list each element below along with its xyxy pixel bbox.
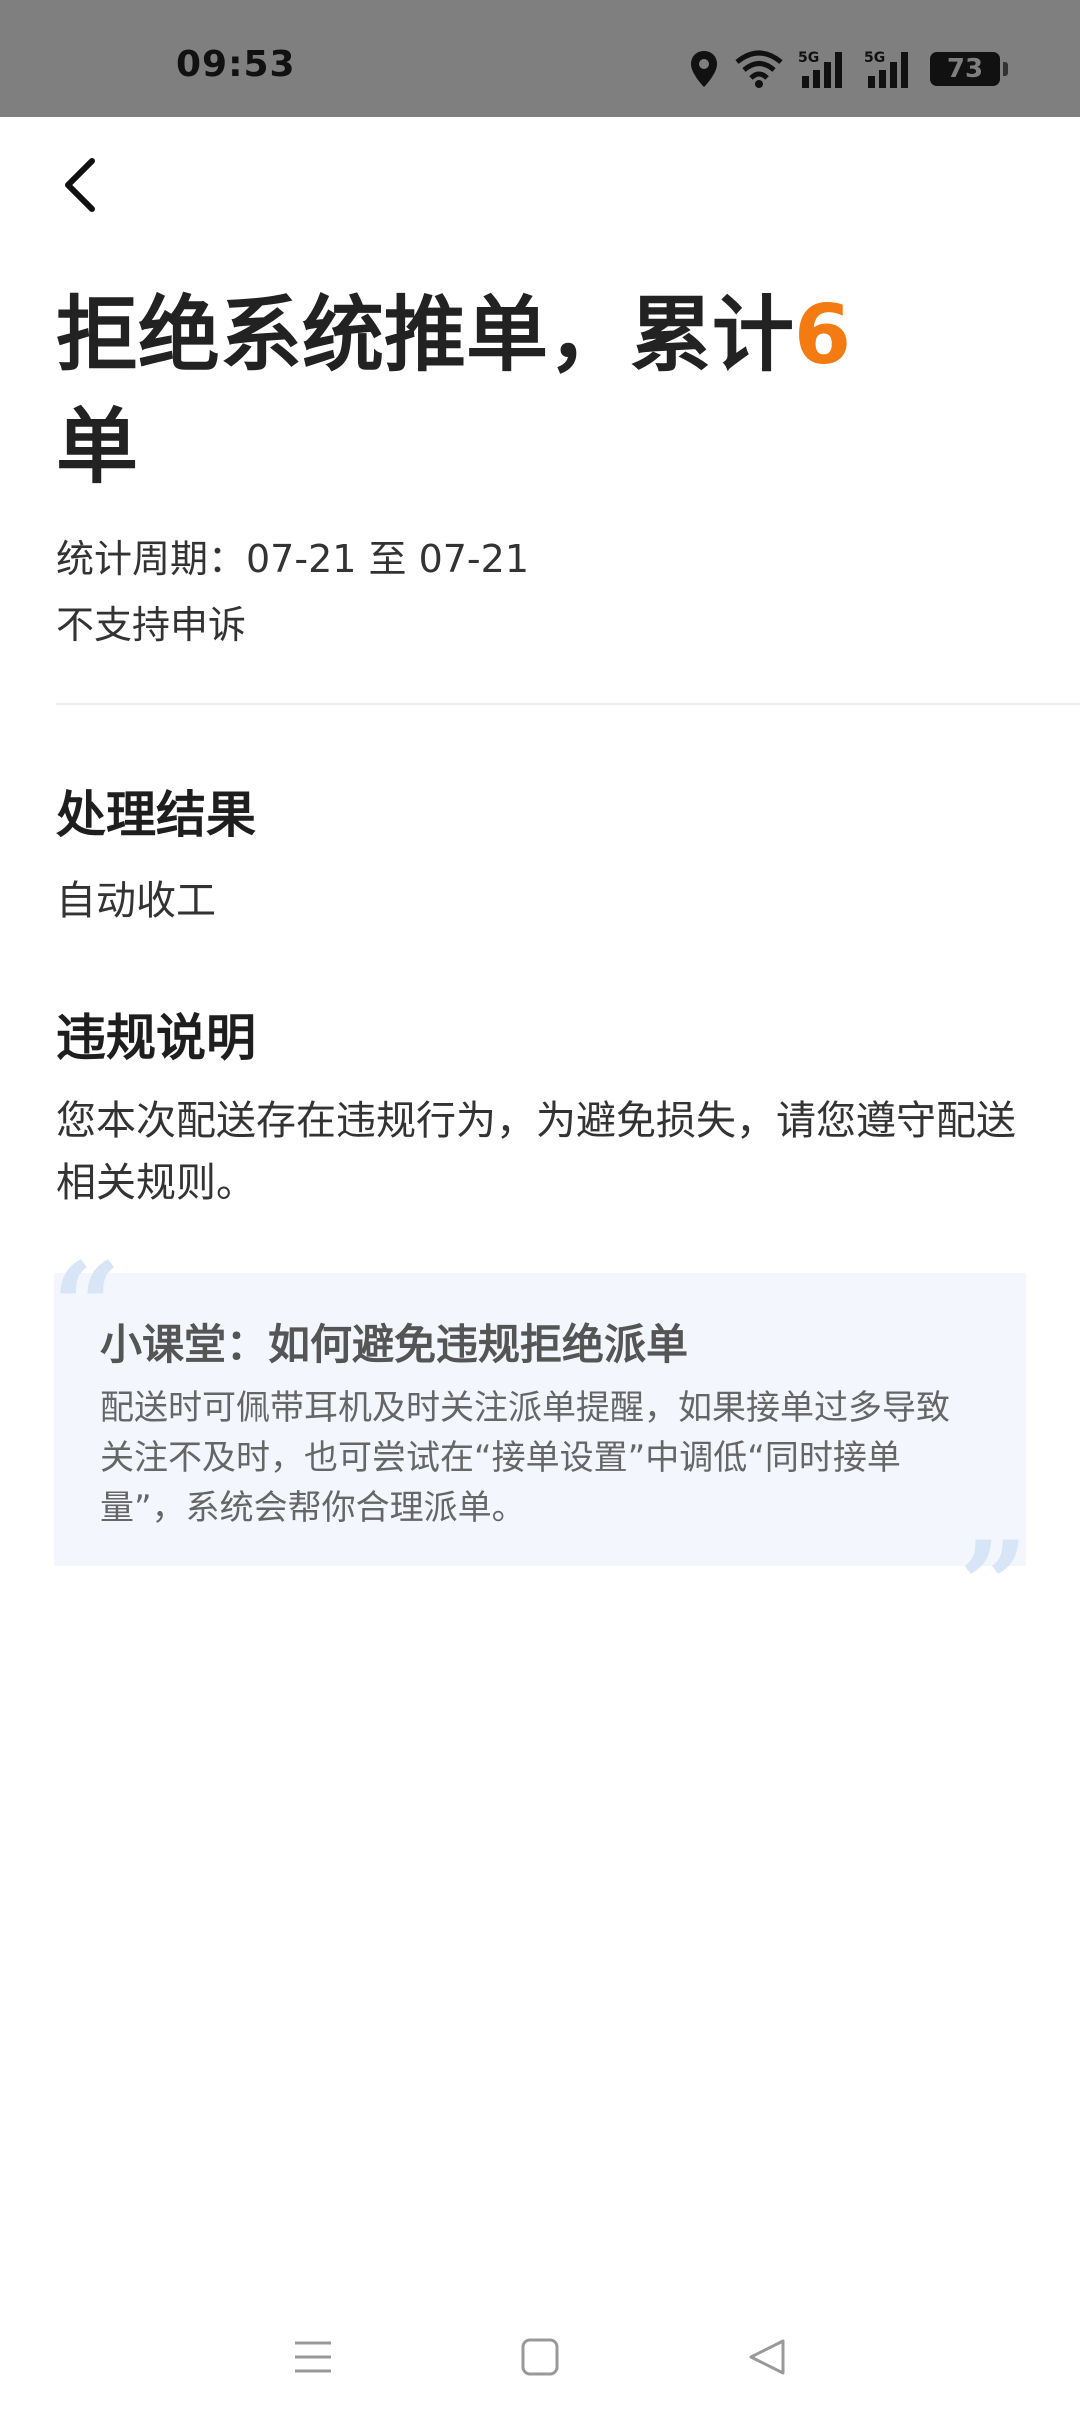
status-bar: 09:53 5G 5G 73	[0, 0, 1080, 117]
nav-home-button[interactable]	[510, 2327, 570, 2387]
back-triangle-icon	[749, 2339, 785, 2375]
svg-text:5G: 5G	[798, 50, 819, 66]
tip-text: 配送时可佩带耳机及时关注派单提醒，如果接单过多导致关注不及时，也可尝试在“接单设…	[100, 1388, 950, 1528]
signal-5g-icon: 5G	[798, 50, 842, 88]
result-title: 处理结果	[56, 786, 256, 844]
chevron-left-icon	[65, 158, 95, 212]
statistics-period: 统计周期：07-21 至 07-21	[56, 537, 529, 581]
wifi-icon	[735, 50, 783, 88]
status-time: 09:53	[176, 44, 296, 85]
svg-text:5G: 5G	[864, 50, 885, 66]
violation-text: 您本次配送存在违规行为，为避免损失，请您遵守配送相关规则。	[56, 1098, 1016, 1206]
tip-title: 小课堂：如何避免违规拒绝派单	[100, 1320, 689, 1369]
status-icons: 5G 5G 73	[688, 44, 1008, 94]
battery-icon: 73	[930, 52, 1008, 86]
close-quote-icon: ”	[958, 1515, 1028, 1656]
page-title: 拒绝系统推单，累计6 单	[56, 280, 916, 504]
system-nav-bar	[0, 2302, 1080, 2412]
title-prefix: 拒绝系统推单，累计	[56, 288, 795, 383]
title-unit: 单	[56, 400, 139, 495]
refusal-count: 6	[794, 288, 852, 383]
result-text: 自动收工	[56, 878, 216, 924]
location-icon	[691, 51, 717, 87]
violation-title: 违规说明	[56, 1009, 256, 1067]
appeal-status: 不支持申诉	[56, 603, 247, 647]
back-button[interactable]	[50, 150, 110, 220]
tip-box: “ 小课堂：如何避免违规拒绝派单 配送时可佩带耳机及时关注派单提醒，如果接单过多…	[52, 1247, 1028, 1646]
menu-icon	[295, 2341, 332, 2373]
divider	[56, 703, 1080, 705]
home-icon	[521, 2338, 559, 2376]
battery-level: 73	[946, 54, 984, 84]
nav-menu-button[interactable]	[283, 2327, 343, 2387]
nav-back-button[interactable]	[737, 2327, 797, 2387]
signal-5g-icon: 5G	[864, 50, 908, 88]
